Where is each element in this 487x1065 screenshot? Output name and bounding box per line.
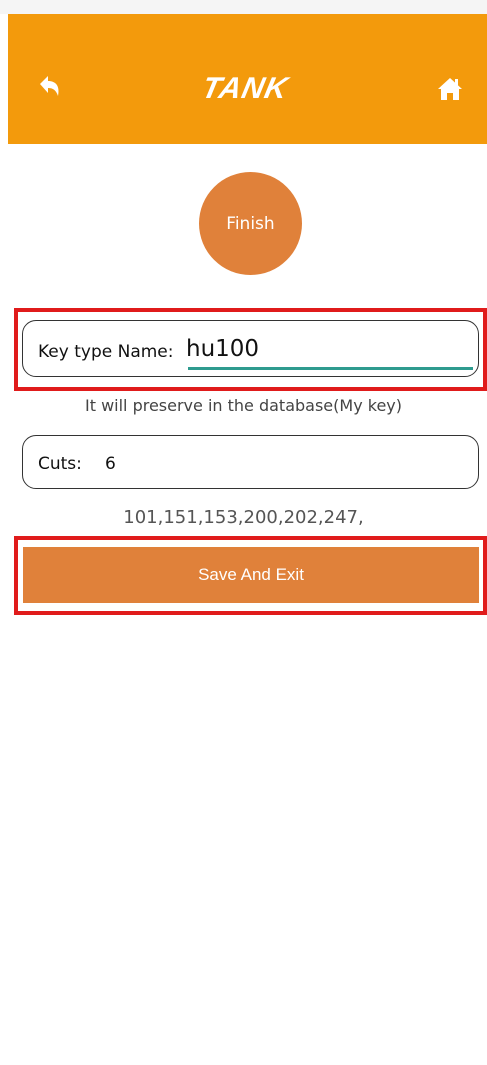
back-button[interactable]	[30, 70, 70, 106]
input-underline	[188, 367, 473, 370]
undo-arrow-icon	[40, 76, 59, 96]
finish-button[interactable]: Finish	[199, 172, 302, 275]
save-and-exit-button[interactable]: Save And Exit	[23, 547, 479, 603]
key-type-name-label: Key type Name:	[38, 342, 174, 362]
key-type-name-input[interactable]	[186, 331, 472, 367]
home-button[interactable]	[432, 72, 468, 106]
cuts-label: Cuts:	[38, 454, 82, 474]
tank-logo: TANK	[199, 72, 292, 105]
cuts-field[interactable]: Cuts: 6	[22, 435, 479, 489]
cut-values-text: 101,151,153,200,202,247,	[123, 507, 364, 528]
preserve-hint-text: It will preserve in the database(My key)	[84, 396, 402, 415]
cuts-value: 6	[105, 454, 116, 474]
key-type-name-field: Key type Name:	[22, 320, 479, 377]
home-icon	[438, 78, 462, 100]
status-bar	[0, 0, 487, 14]
